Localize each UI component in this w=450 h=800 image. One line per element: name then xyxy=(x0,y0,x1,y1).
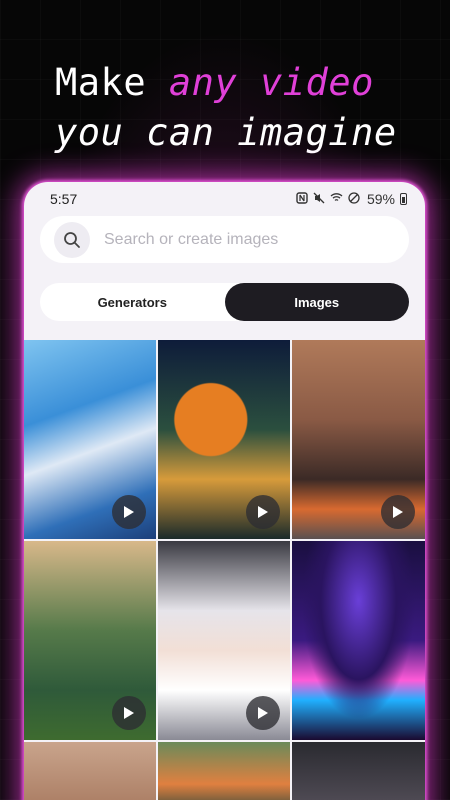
play-icon[interactable] xyxy=(112,696,146,730)
search-icon[interactable] xyxy=(54,221,90,258)
play-icon[interactable] xyxy=(112,495,146,529)
grid-image-white-hair-girl[interactable] xyxy=(158,541,290,740)
headline: Make any video you can imagine xyxy=(55,58,397,158)
status-bar: 5:57 59% xyxy=(24,182,425,216)
status-time: 5:57 xyxy=(50,191,78,207)
mute-icon xyxy=(313,192,325,207)
grid-image-anime-girl[interactable] xyxy=(24,340,156,539)
grid-image-anime-boy[interactable] xyxy=(158,742,290,800)
headline-line-1: Make any video xyxy=(55,58,397,108)
tab-bar: Generators Images xyxy=(40,283,409,321)
battery-icon xyxy=(400,193,407,205)
headline-word-make: Make xyxy=(55,61,147,104)
wifi-icon xyxy=(330,192,343,206)
headline-accent: any video xyxy=(168,61,374,104)
grid-image-portrait[interactable] xyxy=(24,742,156,800)
search-bar[interactable]: Search or create images xyxy=(40,216,409,263)
play-icon[interactable] xyxy=(381,495,415,529)
image-grid xyxy=(24,340,425,800)
search-input[interactable]: Search or create images xyxy=(104,231,278,249)
dnd-icon xyxy=(348,191,360,207)
grid-image-wizard[interactable] xyxy=(24,541,156,740)
nfc-icon xyxy=(296,191,308,207)
grid-image-dragon[interactable] xyxy=(158,340,290,539)
tab-images[interactable]: Images xyxy=(224,283,409,321)
headline-line-2: you can imagine xyxy=(55,111,397,154)
grid-image-neon-club[interactable] xyxy=(292,541,425,740)
status-icons: 59% xyxy=(296,191,407,207)
grid-image-cyberpunk[interactable] xyxy=(292,340,425,539)
battery-percent: 59% xyxy=(366,191,395,207)
play-icon[interactable] xyxy=(246,495,280,529)
tab-generators[interactable]: Generators xyxy=(40,283,225,321)
grid-image-dark[interactable] xyxy=(292,742,425,800)
phone-screen: 5:57 59% Search or create images Generat… xyxy=(24,182,425,800)
play-icon[interactable] xyxy=(246,696,280,730)
